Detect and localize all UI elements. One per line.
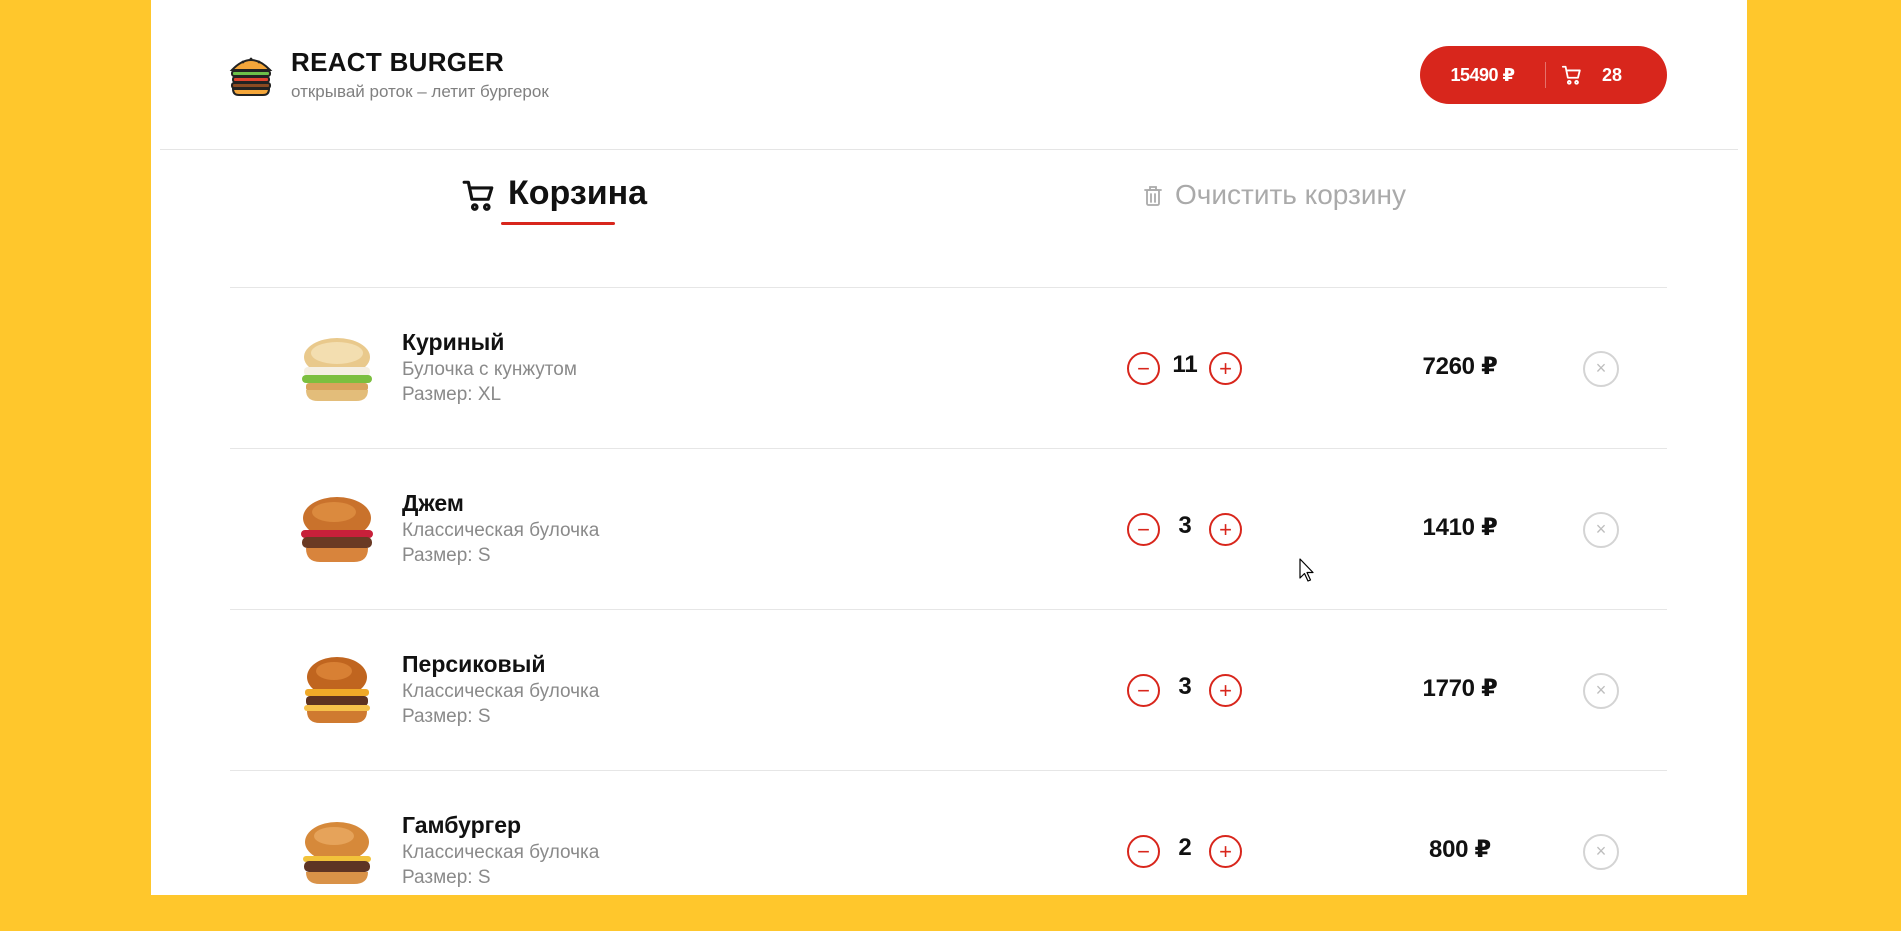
increase-quantity-button[interactable]: +: [1209, 835, 1242, 868]
item-price: 1770 ₽: [1422, 675, 1498, 702]
page: REACT BURGER открывай роток – летит бург…: [151, 0, 1747, 895]
remove-item-button[interactable]: ×: [1583, 673, 1619, 709]
burger-image: [303, 822, 371, 884]
trash-icon: [1144, 186, 1162, 206]
burger-logo-icon[interactable]: [229, 52, 273, 96]
item-bun: Классическая булочка: [402, 681, 600, 702]
item-name: Джем: [402, 490, 464, 516]
mouse-pointer-icon: [1299, 558, 1314, 582]
item-quantity: 3: [1178, 512, 1192, 539]
decrease-quantity-button[interactable]: −: [1127, 674, 1160, 707]
increase-quantity-button[interactable]: +: [1209, 674, 1242, 707]
item-size: Размер: S: [402, 545, 491, 566]
increase-quantity-button[interactable]: +: [1209, 513, 1242, 546]
decrease-quantity-button[interactable]: −: [1127, 835, 1160, 868]
brand-title[interactable]: REACT BURGER: [291, 47, 504, 78]
decrease-quantity-button[interactable]: −: [1127, 352, 1160, 385]
item-name: Гамбургер: [402, 812, 522, 838]
remove-item-button[interactable]: ×: [1583, 512, 1619, 548]
header-divider: [160, 149, 1738, 150]
remove-item-button[interactable]: ×: [1583, 834, 1619, 870]
item-quantity: 2: [1178, 834, 1192, 861]
cart-count: 28: [1602, 65, 1623, 85]
item-price: 800 ₽: [1429, 836, 1491, 863]
burger-image: [302, 338, 372, 401]
item-bun: Классическая булочка: [402, 842, 600, 863]
burger-image: [301, 497, 373, 562]
cart-icon: [462, 180, 494, 211]
item-bun: Булочка с кунжутом: [402, 359, 577, 380]
cart-item: Персиковый Классическая булочка Размер: …: [230, 609, 1667, 770]
clear-cart-label: Очистить корзину: [1175, 179, 1406, 210]
cart-item: Гамбургер Классическая булочка Размер: S…: [230, 770, 1667, 931]
item-quantity: 3: [1178, 673, 1192, 700]
cart-list: Куриный Булочка с кунжутом Размер: XL − …: [230, 287, 1667, 931]
remove-item-button[interactable]: ×: [1583, 351, 1619, 387]
header-cart-button[interactable]: 15490 ₽ 28: [1420, 46, 1667, 104]
cart-item: Куриный Булочка с кунжутом Размер: XL − …: [230, 287, 1667, 448]
brand-subtitle: открывай роток – летит бургерок: [291, 82, 549, 101]
item-bun: Классическая булочка: [402, 520, 600, 541]
item-name: Персиковый: [402, 651, 546, 677]
item-size: Размер: S: [402, 706, 491, 727]
cart-icon: [1561, 65, 1581, 85]
cart-total: 15490 ₽: [1450, 65, 1515, 85]
cart-title-underline: [501, 222, 615, 225]
cart-item: Джем Классическая булочка Размер: S − 3 …: [230, 448, 1667, 609]
increase-quantity-button[interactable]: +: [1209, 352, 1242, 385]
item-quantity: 11: [1172, 351, 1198, 378]
item-price: 7260 ₽: [1422, 353, 1498, 380]
item-size: Размер: XL: [402, 384, 502, 405]
item-price: 1410 ₽: [1422, 514, 1498, 541]
burger-image: [304, 657, 370, 723]
cart-divider: [1545, 62, 1546, 88]
item-name: Куриный: [402, 329, 505, 355]
decrease-quantity-button[interactable]: −: [1127, 513, 1160, 546]
header: REACT BURGER открывай роток – летит бург…: [151, 0, 1747, 150]
cart-title-label: Корзина: [508, 174, 648, 212]
item-size: Размер: S: [402, 867, 491, 888]
